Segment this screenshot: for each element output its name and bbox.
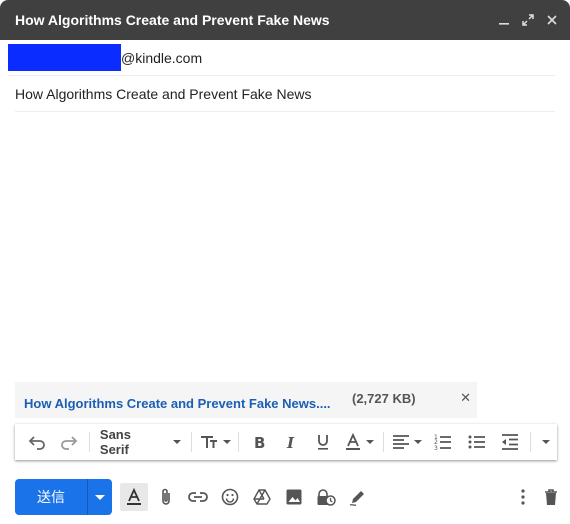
toolbar-divider — [88, 432, 90, 452]
chevron-down-icon — [414, 440, 423, 444]
bulleted-list-icon[interactable] — [460, 428, 494, 456]
minimize-icon[interactable] — [494, 10, 514, 30]
toolbar-divider — [383, 432, 385, 452]
schedule-send-dropdown[interactable] — [87, 479, 112, 515]
attachment-name[interactable]: How Algorithms Create and Prevent Fake N… — [15, 396, 340, 411]
remove-attachment-icon[interactable]: ✕ — [460, 390, 471, 406]
font-family-value: Sans Serif — [99, 427, 131, 457]
compose-title: How Algorithms Create and Prevent Fake N… — [15, 12, 330, 28]
svg-text:B: B — [254, 434, 265, 450]
compose-title-bar: How Algorithms Create and Prevent Fake N… — [0, 0, 570, 40]
indent-less-icon[interactable] — [494, 428, 526, 456]
close-icon[interactable] — [542, 10, 562, 30]
formatting-toolbar: Sans Serif B I 123 — [15, 424, 557, 460]
send-button-group: 送信 — [15, 479, 112, 515]
recipient-domain: @kindle.com — [121, 49, 203, 66]
send-button[interactable]: 送信 — [15, 479, 87, 515]
font-family-select[interactable]: Sans Serif — [94, 427, 188, 457]
compose-actions — [120, 481, 372, 513]
underline-icon[interactable] — [307, 428, 339, 456]
italic-icon[interactable]: I — [275, 428, 307, 456]
chevron-down-icon — [541, 440, 550, 444]
window-controls — [494, 10, 570, 30]
attachment-size: (2,727 KB) — [352, 390, 416, 406]
insert-link-icon[interactable] — [184, 483, 212, 511]
attachment-chip[interactable]: How Algorithms Create and Prevent Fake N… — [15, 382, 477, 418]
toolbar-divider — [529, 432, 531, 452]
insert-emoji-icon[interactable] — [216, 483, 244, 511]
font-size-select[interactable] — [196, 428, 234, 456]
discard-draft-icon[interactable] — [540, 483, 562, 511]
chevron-down-icon — [223, 440, 232, 444]
svg-text:3: 3 — [434, 445, 438, 451]
compose-right-actions — [512, 481, 562, 513]
chevron-down-icon — [95, 494, 105, 500]
text-color-select[interactable] — [339, 428, 379, 456]
attach-file-icon[interactable] — [152, 483, 180, 511]
expand-icon[interactable] — [518, 10, 538, 30]
insert-signature-icon[interactable] — [344, 483, 372, 511]
toolbar-divider — [191, 432, 193, 452]
formatting-options-icon[interactable] — [120, 483, 148, 511]
insert-photo-icon[interactable] — [280, 483, 308, 511]
confidential-mode-icon[interactable] — [312, 483, 340, 511]
to-field[interactable]: @kindle.com — [8, 40, 555, 76]
redo-icon[interactable] — [53, 428, 85, 456]
svg-text:I: I — [286, 434, 295, 450]
redacted-recipient — [8, 44, 121, 71]
subject-field[interactable]: How Algorithms Create and Prevent Fake N… — [15, 76, 555, 112]
more-options-icon[interactable] — [512, 483, 534, 511]
numbered-list-icon[interactable]: 123 — [426, 428, 460, 456]
more-formatting-icon[interactable] — [535, 428, 557, 456]
toolbar-divider — [238, 432, 240, 452]
google-drive-icon[interactable] — [248, 483, 276, 511]
message-body[interactable] — [15, 114, 555, 376]
undo-icon[interactable] — [21, 428, 53, 456]
align-select[interactable] — [388, 428, 426, 456]
chevron-down-icon — [173, 440, 182, 444]
chevron-down-icon — [366, 440, 375, 444]
bold-icon[interactable]: B — [243, 428, 275, 456]
